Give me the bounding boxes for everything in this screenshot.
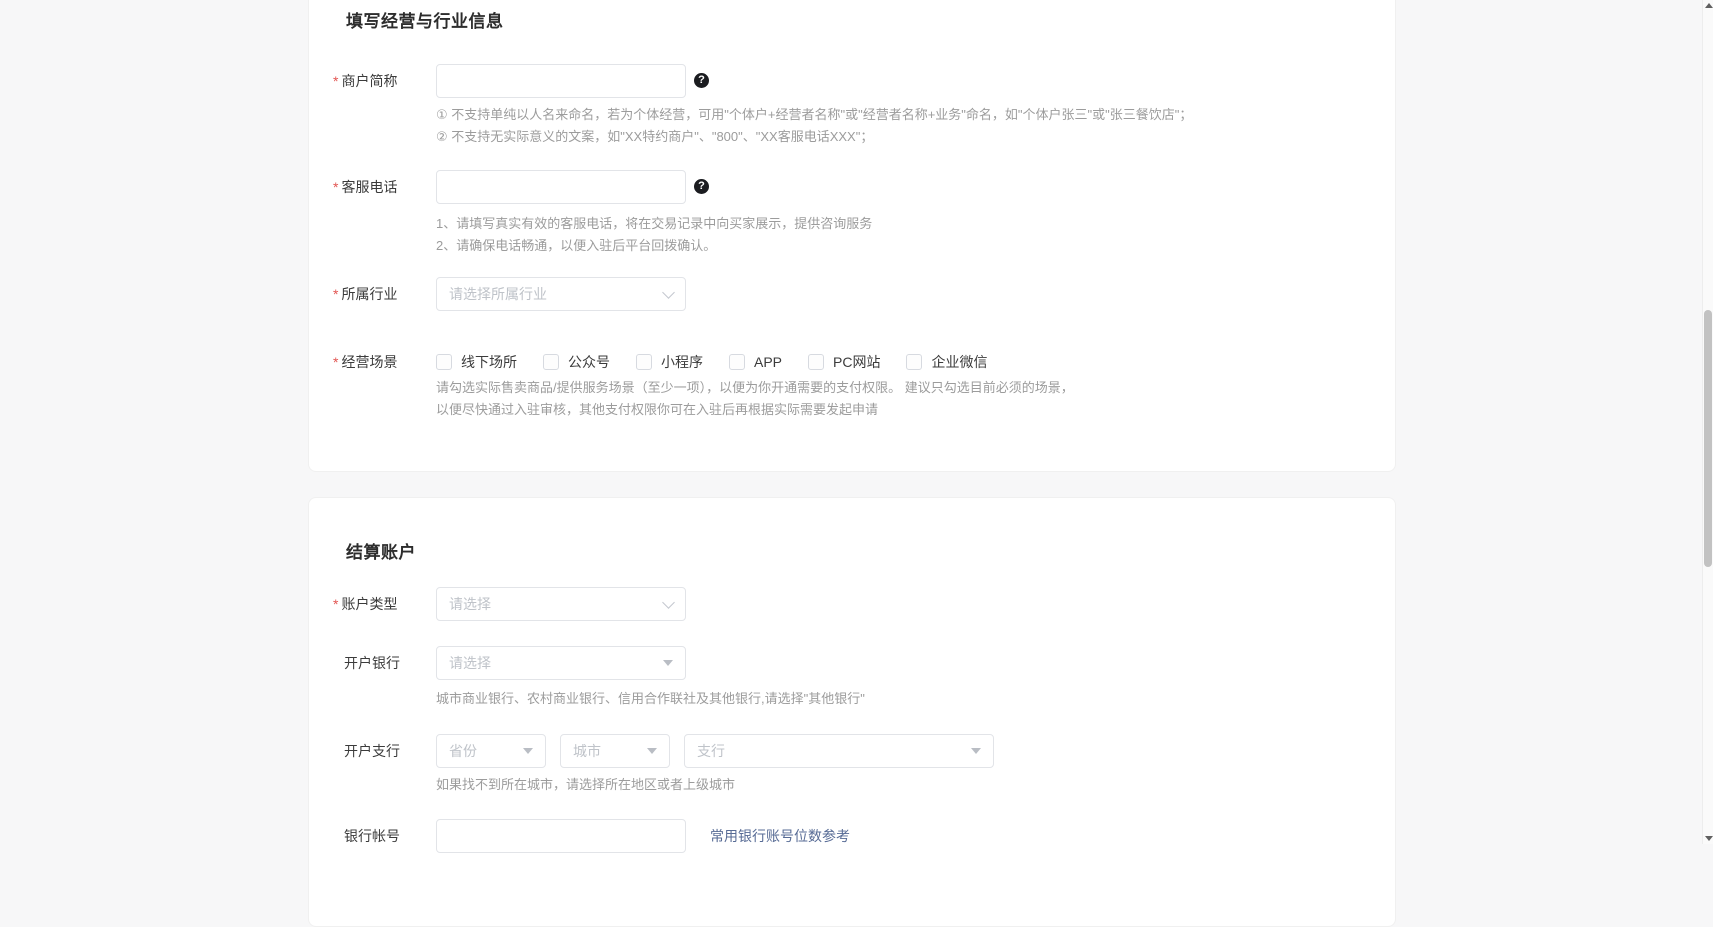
industry-label: * 所属行业 <box>333 286 398 302</box>
caret-down-icon <box>663 660 673 666</box>
branch-label: 开户支行 <box>344 743 400 759</box>
hint-line: ① 不支持单纯以人名来命名，若为个体经营，可用"个体户+经营者名称"或"经营者名… <box>436 107 1193 122</box>
vertical-scrollbar-track[interactable] <box>1702 0 1713 844</box>
required-asterisk: * <box>333 179 339 195</box>
checkbox-icon[interactable] <box>729 354 745 370</box>
chevron-down-icon <box>662 285 675 299</box>
service-phone-label: * 客服电话 <box>333 179 398 195</box>
business-scenes-row: * 经营场景 线下场所 公众号 小程序 APP PC网站 企业微信 <box>309 345 1395 379</box>
hint-line: 2、请确保电话畅通，以便入驻后平台回拨确认。 <box>436 237 717 253</box>
scene-option-pc-website[interactable]: PC网站 <box>808 352 880 372</box>
scene-option-app[interactable]: APP <box>729 354 782 370</box>
merchant-apply-page: { "colors": { "page_background": "#f7f7f… <box>0 0 1713 927</box>
scene-option-mini-program[interactable]: 小程序 <box>636 352 703 372</box>
required-asterisk: * <box>333 73 339 89</box>
bank-label: 开户银行 <box>344 655 400 671</box>
bank-account-label: 银行帐号 <box>344 828 400 844</box>
chevron-down-icon <box>662 595 675 609</box>
scroll-down-arrow-icon[interactable] <box>1705 836 1713 841</box>
account-type-label: * 账户类型 <box>333 596 398 612</box>
bank-select-placeholder: 请选择 <box>449 655 491 671</box>
city-placeholder: 城市 <box>573 743 601 759</box>
hint-line: ② 不支持无实际意义的文案，如"XX特约商户"、"800"、"XX客服电话XXX… <box>436 128 874 144</box>
checkbox-icon[interactable] <box>543 354 559 370</box>
bank-select[interactable]: 请选择 <box>436 646 686 680</box>
hint-line: 以便尽快通过入驻审核，其他支付权限你可在入驻后再根据实际需要发起申请 <box>436 401 879 417</box>
scroll-up-arrow-icon[interactable] <box>1705 3 1713 8</box>
scene-option-offline[interactable]: 线下场所 <box>436 352 517 372</box>
branch-select[interactable]: 支行 <box>684 734 994 768</box>
hint-line: 1、请填写真实有效的客服电话，将在交易记录中向买家展示，提供咨询服务 <box>436 216 873 231</box>
checkbox-icon[interactable] <box>636 354 652 370</box>
merchant-short-name-label: * 商户简称 <box>333 73 398 89</box>
service-phone-row: * 客服电话 ? <box>309 170 1395 204</box>
business-info-card: 填写经营与行业信息 * 商户简称 ? ① 不支持单纯以人名来命名，若为个体经营，可… <box>308 0 1396 472</box>
caret-down-icon <box>523 748 533 754</box>
province-placeholder: 省份 <box>449 743 477 759</box>
scene-option-wecom[interactable]: 企业微信 <box>906 352 987 372</box>
vertical-scrollbar-thumb[interactable] <box>1704 310 1712 567</box>
checkbox-icon[interactable] <box>906 354 923 370</box>
account-type-row: * 账户类型 请选择 <box>309 587 1395 621</box>
merchant-short-name-row: * 商户简称 ? <box>309 64 1395 98</box>
merchant-short-name-help-icon[interactable]: ? <box>694 73 709 88</box>
checkbox-icon[interactable] <box>808 354 825 370</box>
province-select[interactable]: 省份 <box>436 734 546 768</box>
business-scenes-label: * 经营场景 <box>333 354 398 370</box>
settlement-section-title: 结算账户 <box>346 543 416 562</box>
branch-placeholder: 支行 <box>697 743 725 759</box>
bank-account-digits-reference-link[interactable]: 常用银行账号位数参考 <box>710 819 850 853</box>
branch-row: 开户支行 省份 城市 支行 <box>309 734 1395 768</box>
bank-account-input[interactable] <box>436 819 686 853</box>
service-phone-hints: 1、请填写真实有效的客服电话，将在交易记录中向买家展示，提供咨询服务 2、请确保… <box>436 213 872 256</box>
scene-option-official-account[interactable]: 公众号 <box>543 352 610 372</box>
merchant-short-name-input[interactable] <box>436 64 686 98</box>
settlement-account-card: 结算账户 * 账户类型 请选择 开户银行 请选择 城市商业银行、农村商业银行、信用… <box>308 497 1396 927</box>
account-type-select[interactable]: 请选择 <box>436 587 686 621</box>
industry-row: * 所属行业 请选择所属行业 <box>309 277 1395 311</box>
bank-row: 开户银行 请选择 <box>309 646 1395 680</box>
industry-select[interactable]: 请选择所属行业 <box>436 277 686 311</box>
required-asterisk: * <box>333 596 339 612</box>
checkbox-icon[interactable] <box>436 354 452 370</box>
business-section-title: 填写经营与行业信息 <box>346 12 504 31</box>
required-asterisk: * <box>333 354 339 370</box>
hint-line: 请勾选实际售卖商品/提供服务场景（至少一项），以便为你开通需要的支付权限。 建议… <box>436 380 1074 395</box>
caret-down-icon <box>971 748 981 754</box>
bank-account-row: 银行帐号 常用银行账号位数参考 <box>309 819 1395 853</box>
industry-select-placeholder: 请选择所属行业 <box>449 286 547 302</box>
branch-hint: 如果找不到所在城市，请选择所在地区或者上级城市 <box>436 777 736 792</box>
caret-down-icon <box>647 748 657 754</box>
merchant-short-name-hints: ① 不支持单纯以人名来命名，若为个体经营，可用"个体户+经营者名称"或"经营者名… <box>436 104 1192 147</box>
bank-hint: 城市商业银行、农村商业银行、信用合作联社及其他银行,请选择"其他银行" <box>436 691 865 706</box>
city-select[interactable]: 城市 <box>560 734 670 768</box>
business-scenes-hints: 请勾选实际售卖商品/提供服务场景（至少一项），以便为你开通需要的支付权限。 建议… <box>436 377 1074 420</box>
account-type-placeholder: 请选择 <box>449 596 491 612</box>
service-phone-help-icon[interactable]: ? <box>694 179 709 194</box>
business-scenes-checkbox-group: 线下场所 公众号 小程序 APP PC网站 企业微信 <box>436 345 987 379</box>
service-phone-input[interactable] <box>436 170 686 204</box>
required-asterisk: * <box>333 286 339 302</box>
